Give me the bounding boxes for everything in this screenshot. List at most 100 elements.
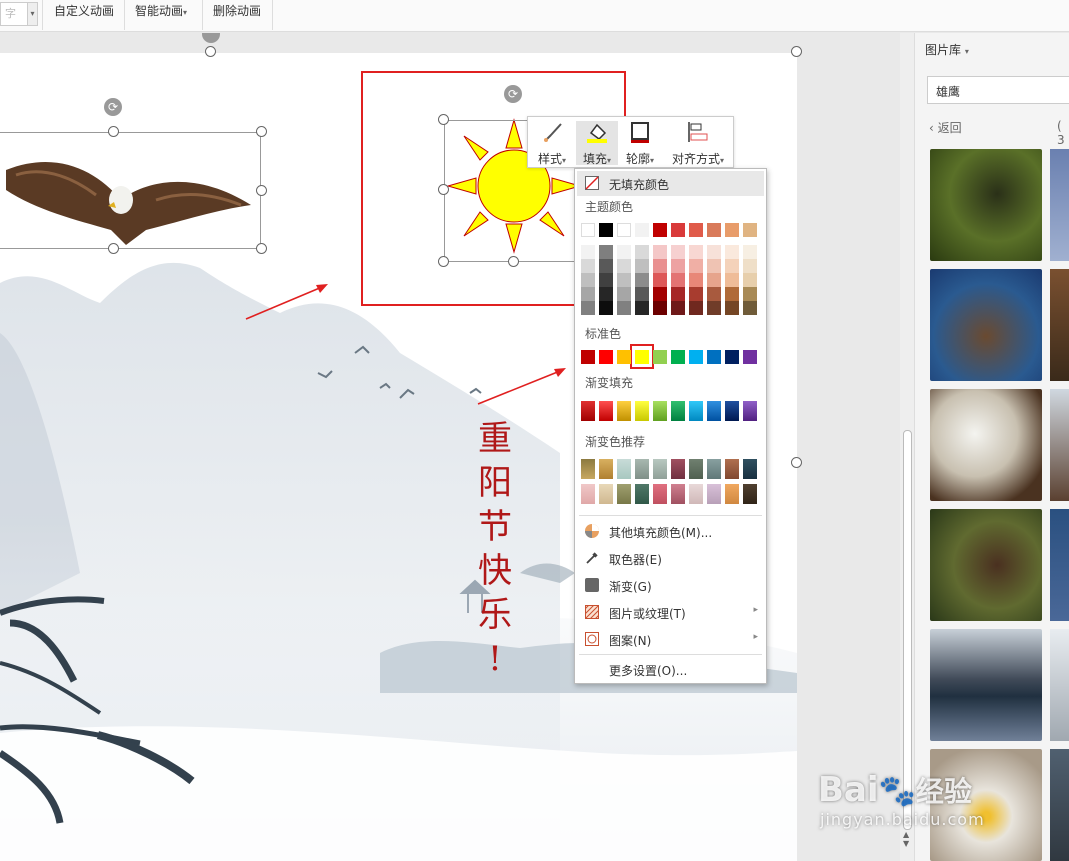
gradient-fill-swatch[interactable] bbox=[707, 401, 721, 421]
gradient-fill-swatch[interactable] bbox=[599, 401, 613, 421]
theme-color-swatch[interactable] bbox=[689, 301, 703, 315]
pattern-item[interactable]: 图案(N) ▸ bbox=[575, 627, 766, 652]
standard-color-swatch[interactable] bbox=[707, 350, 721, 364]
theme-color-swatch[interactable] bbox=[743, 245, 757, 259]
theme-color-swatch[interactable] bbox=[635, 223, 649, 237]
eagle-thumbnail[interactable] bbox=[930, 509, 1042, 621]
gradient-recommend-swatch[interactable] bbox=[581, 459, 595, 479]
standard-color-swatch[interactable] bbox=[599, 350, 613, 364]
theme-color-swatch[interactable] bbox=[743, 301, 757, 315]
more-settings-item[interactable]: 更多设置(O)... bbox=[575, 657, 766, 682]
smart-animation-button[interactable]: 智能动画▾ bbox=[135, 2, 187, 19]
standard-color-swatch[interactable] bbox=[743, 350, 757, 364]
eagle-thumbnail[interactable] bbox=[1050, 629, 1069, 741]
theme-color-swatch[interactable] bbox=[689, 259, 703, 273]
more-fill-colors-item[interactable]: 其他填充颜色(M)... bbox=[575, 519, 766, 544]
theme-color-swatch[interactable] bbox=[653, 259, 667, 273]
gradient-item[interactable]: 渐变(G) bbox=[575, 573, 766, 598]
fill-button[interactable]: 填充▾ bbox=[576, 121, 618, 166]
gradient-fill-swatch[interactable] bbox=[635, 401, 649, 421]
theme-color-swatch[interactable] bbox=[707, 259, 721, 273]
theme-color-swatch[interactable] bbox=[635, 245, 649, 259]
theme-color-swatch[interactable] bbox=[653, 223, 667, 237]
gradient-fill-swatch[interactable] bbox=[689, 401, 703, 421]
gradient-recommend-swatch[interactable] bbox=[653, 484, 667, 504]
eagle-thumbnail[interactable] bbox=[930, 269, 1042, 381]
theme-color-swatch[interactable] bbox=[743, 273, 757, 287]
theme-color-swatch[interactable] bbox=[635, 301, 649, 315]
theme-color-swatch[interactable] bbox=[725, 301, 739, 315]
gradient-recommend-swatch[interactable] bbox=[707, 484, 721, 504]
eagle-thumbnail[interactable] bbox=[930, 629, 1042, 741]
theme-color-swatch[interactable] bbox=[599, 273, 613, 287]
standard-color-swatch[interactable] bbox=[689, 350, 703, 364]
slide-resize-handle[interactable] bbox=[791, 46, 802, 57]
eagle-thumbnail[interactable] bbox=[930, 149, 1042, 261]
theme-color-swatch[interactable] bbox=[653, 301, 667, 315]
slide-resize-handle[interactable] bbox=[791, 457, 802, 468]
theme-color-swatch[interactable] bbox=[599, 259, 613, 273]
eyedropper-item[interactable]: 取色器(E) bbox=[575, 546, 766, 571]
theme-color-swatch[interactable] bbox=[707, 223, 721, 237]
standard-color-swatch[interactable] bbox=[581, 350, 595, 364]
gradient-recommend-swatch[interactable] bbox=[581, 484, 595, 504]
gradient-recommend-swatch[interactable] bbox=[671, 459, 685, 479]
theme-color-swatch[interactable] bbox=[725, 259, 739, 273]
gradient-recommend-swatch[interactable] bbox=[689, 459, 703, 479]
eagle-thumbnail[interactable] bbox=[1050, 269, 1069, 381]
theme-color-swatch[interactable] bbox=[581, 245, 595, 259]
font-combo[interactable]: 字 ▾ bbox=[0, 2, 38, 26]
gradient-fill-swatch[interactable] bbox=[671, 401, 685, 421]
custom-animation-button[interactable]: 自定义动画 bbox=[54, 2, 114, 19]
theme-color-swatch[interactable] bbox=[581, 223, 595, 237]
gradient-recommend-swatch[interactable] bbox=[635, 484, 649, 504]
theme-color-swatch[interactable] bbox=[635, 287, 649, 301]
theme-color-swatch[interactable] bbox=[653, 273, 667, 287]
gradient-fill-swatch[interactable] bbox=[725, 401, 739, 421]
theme-color-swatch[interactable] bbox=[617, 301, 631, 315]
standard-color-swatch[interactable] bbox=[671, 350, 685, 364]
gradient-fill-swatch[interactable] bbox=[653, 401, 667, 421]
gradient-fill-swatch[interactable] bbox=[581, 401, 595, 421]
gradient-recommend-swatch[interactable] bbox=[725, 484, 739, 504]
outline-button[interactable]: 轮廓▾ bbox=[622, 121, 658, 167]
picture-search-input[interactable]: 雄鹰 bbox=[927, 76, 1069, 104]
theme-color-swatch[interactable] bbox=[725, 273, 739, 287]
theme-color-swatch[interactable] bbox=[743, 259, 757, 273]
theme-color-swatch[interactable] bbox=[617, 259, 631, 273]
theme-color-swatch[interactable] bbox=[689, 287, 703, 301]
gradient-recommend-swatch[interactable] bbox=[599, 459, 613, 479]
eagle-thumbnail[interactable] bbox=[1050, 509, 1069, 621]
theme-color-swatch[interactable] bbox=[671, 223, 685, 237]
theme-color-swatch[interactable] bbox=[617, 223, 631, 237]
gradient-recommend-swatch[interactable] bbox=[707, 459, 721, 479]
theme-color-swatch[interactable] bbox=[635, 259, 649, 273]
gradient-fill-swatch[interactable] bbox=[617, 401, 631, 421]
eagle-thumbnail[interactable] bbox=[1050, 149, 1069, 261]
gradient-recommend-swatch[interactable] bbox=[599, 484, 613, 504]
theme-color-swatch[interactable] bbox=[707, 245, 721, 259]
standard-color-swatch[interactable] bbox=[617, 350, 631, 364]
slide-resize-handle[interactable] bbox=[205, 46, 216, 57]
theme-color-swatch[interactable] bbox=[581, 259, 595, 273]
theme-color-swatch[interactable] bbox=[689, 245, 703, 259]
theme-color-swatch[interactable] bbox=[581, 287, 595, 301]
theme-color-swatch[interactable] bbox=[653, 245, 667, 259]
theme-color-swatch[interactable] bbox=[599, 301, 613, 315]
gradient-recommend-swatch[interactable] bbox=[635, 459, 649, 479]
scroll-up-icon[interactable]: ▲ ▼ bbox=[903, 830, 909, 848]
picture-texture-item[interactable]: 图片或纹理(T) ▸ bbox=[575, 600, 766, 625]
gradient-recommend-swatch[interactable] bbox=[653, 459, 667, 479]
theme-color-swatch[interactable] bbox=[743, 287, 757, 301]
eagle-thumbnail[interactable] bbox=[1050, 389, 1069, 501]
theme-color-swatch[interactable] bbox=[689, 223, 703, 237]
greeting-text[interactable]: 重 阳 节 快 乐 ! bbox=[473, 417, 517, 681]
align-button[interactable]: 对齐方式▾ bbox=[666, 121, 730, 167]
theme-color-swatch[interactable] bbox=[689, 273, 703, 287]
theme-color-swatch[interactable] bbox=[725, 223, 739, 237]
standard-color-swatch[interactable] bbox=[635, 350, 649, 364]
gradient-recommend-swatch[interactable] bbox=[725, 459, 739, 479]
standard-color-swatch[interactable] bbox=[725, 350, 739, 364]
gradient-recommend-swatch[interactable] bbox=[743, 484, 757, 504]
gradient-recommend-swatch[interactable] bbox=[617, 484, 631, 504]
